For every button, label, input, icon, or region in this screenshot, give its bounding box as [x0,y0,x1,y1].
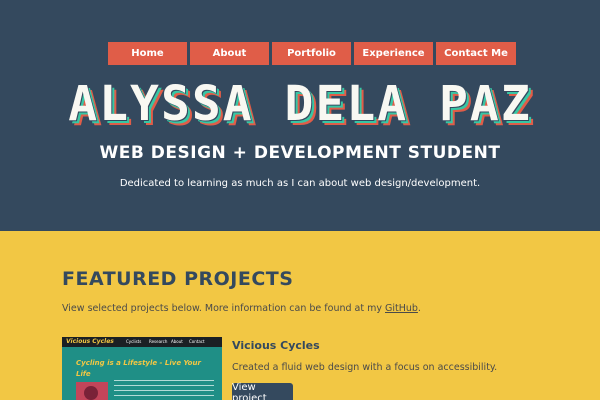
project-description: Created a fluid web design with a focus … [232,362,498,373]
featured-intro-end: . [417,303,421,314]
nav-contact[interactable]: Contact Me [436,42,516,65]
project-title: Vicious Cycles [232,339,320,352]
featured-intro-text: View selected projects below. More infor… [62,303,385,314]
featured-intro: View selected projects below. More infor… [62,303,421,314]
github-link[interactable]: GitHub [385,303,418,314]
hero-name: ALYSSA DELA PAZ [68,76,532,132]
thumbnail-nav-item: Contact [189,339,205,344]
view-project-button[interactable]: View project [232,382,293,400]
thumbnail-nav-item: About [171,339,183,344]
nav-portfolio[interactable]: Portfolio [272,42,351,65]
thumbnail-cyclist-image [76,382,108,400]
thumbnail-heading: Cycling is a Lifestyle - Live Your Life [76,359,201,378]
hero-subtitle: WEB DESIGN + DEVELOPMENT STUDENT [99,143,501,163]
project-thumbnail[interactable]: Vicious Cycles Cyclists Research About C… [62,337,222,400]
nav-about[interactable]: About [190,42,269,65]
nav-experience[interactable]: Experience [354,42,433,65]
nav-home[interactable]: Home [108,42,187,65]
thumbnail-logo: Vicious Cycles [66,338,114,345]
featured-projects-title: FEATURED PROJECTS [62,268,294,290]
thumbnail-nav-item: Cyclists [126,339,142,344]
thumbnail-nav-item: Research [149,339,168,344]
main-nav: Home About Portfolio Experience Contact … [108,42,516,65]
hero-tagline: Dedicated to learning as much as I can a… [119,178,481,189]
thumbnail-body-text [114,378,214,400]
